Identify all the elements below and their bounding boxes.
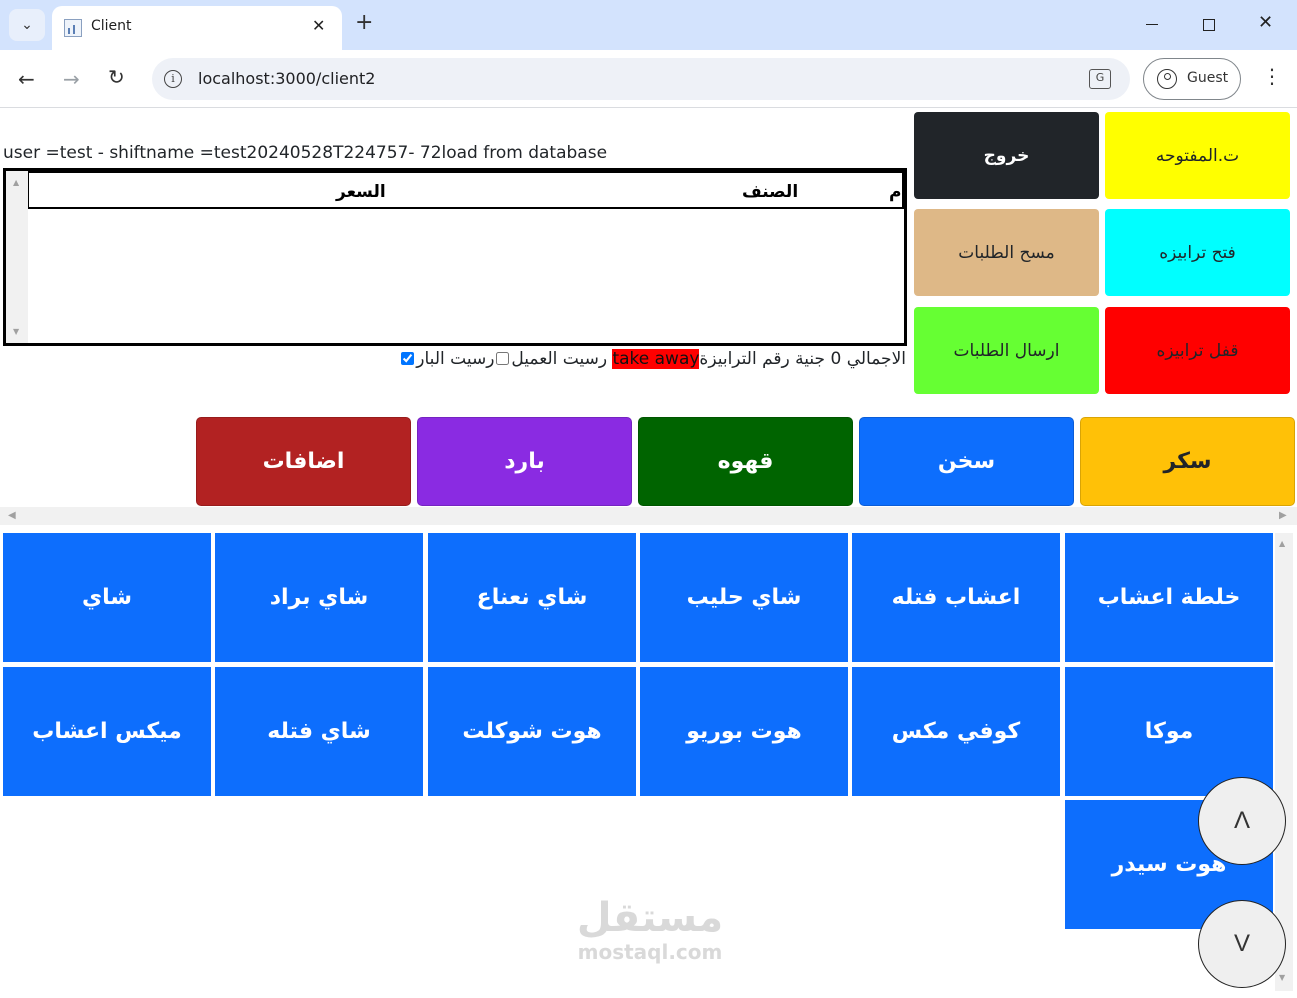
order-table-header: م الصنف السعر	[28, 171, 904, 209]
menu-item-tile[interactable]: هوت بوريو	[640, 667, 848, 796]
close-table-button[interactable]: قفل ترابيزه	[1105, 307, 1290, 394]
profile-avatar-icon	[1157, 69, 1177, 89]
scroll-right-arrow-icon[interactable]: ▶	[1279, 510, 1287, 521]
clear-orders-button[interactable]: مسح الطلبات	[914, 209, 1099, 296]
browser-tab-bar: ⌄ Client ✕ + ✕	[0, 0, 1297, 50]
header-item: الصنف	[742, 182, 799, 202]
category-horizontal-scrollbar[interactable]: ◀ ▶	[0, 507, 1297, 525]
send-orders-button[interactable]: ارسال الطلبات	[914, 307, 1099, 394]
category-button[interactable]: سكر	[1080, 417, 1295, 506]
profile-label: Guest	[1187, 70, 1229, 86]
window-close-icon[interactable]: ✕	[1258, 12, 1273, 33]
total-value: 0	[830, 349, 842, 369]
scroll-up-arrow-icon[interactable]: ▲	[13, 178, 19, 187]
category-button[interactable]: بارد	[417, 417, 632, 506]
site-info-icon[interactable]: i	[164, 70, 182, 88]
tab-close-icon[interactable]: ✕	[312, 16, 325, 35]
order-totals-line: الاجمالي 0 جنية رقم الترابيزةtake away ر…	[340, 349, 906, 369]
scroll-down-button[interactable]: V	[1198, 900, 1286, 988]
scroll-down-arrow-icon[interactable]: ▼	[1279, 973, 1285, 982]
scroll-down-arrow-icon[interactable]: ▼	[13, 327, 19, 336]
browser-menu-icon[interactable]: ⋮	[1262, 64, 1282, 88]
menu-item-tile[interactable]: شاي براد	[215, 533, 423, 662]
customer-receipt-label: رسيت العميل	[511, 349, 608, 369]
session-status-text: user =test - shiftname =test20240528T224…	[3, 143, 608, 163]
menu-item-tile[interactable]: ميكس اعشاب	[3, 667, 211, 796]
table-number-label: رقم الترابيزة	[699, 349, 790, 369]
menu-item-tile[interactable]: شاي حليب	[640, 533, 848, 662]
order-table-scrollbar[interactable]: ▲ ▼	[6, 171, 28, 343]
scroll-up-arrow-icon[interactable]: ▲	[1279, 539, 1285, 548]
reload-icon[interactable]: ↻	[108, 65, 125, 89]
new-tab-plus-icon[interactable]: +	[355, 11, 373, 35]
address-url[interactable]: localhost:3000/client2	[198, 69, 375, 88]
address-bar[interactable]: i localhost:3000/client2 G	[152, 58, 1130, 100]
menu-item-tile[interactable]: هوت شوكلت	[428, 667, 636, 796]
customer-receipt-checkbox[interactable]	[496, 352, 510, 365]
menu-item-tile[interactable]: كوفي مكس	[852, 667, 1060, 796]
category-button[interactable]: اضافات	[196, 417, 411, 506]
currency-label: جنية	[795, 349, 826, 369]
back-arrow-icon[interactable]: ←	[18, 67, 35, 91]
menu-item-tile[interactable]: اعشاب فتله	[852, 533, 1060, 662]
mostaql-watermark-logo: مستقل mostaql.com	[565, 896, 735, 964]
tab-title: Client	[91, 18, 132, 34]
header-index: م	[889, 182, 902, 202]
open-tables-button[interactable]: ت.المفتوحه	[1105, 112, 1290, 199]
scroll-up-button[interactable]: Λ	[1198, 777, 1286, 865]
bar-receipt-checkbox[interactable]	[401, 352, 415, 365]
watermark-latin-text: mostaql.com	[577, 940, 723, 964]
category-button[interactable]: سخن	[859, 417, 1074, 506]
order-table: ▲ ▼ م الصنف السعر	[3, 168, 907, 346]
takeaway-badge[interactable]: take away	[612, 349, 700, 369]
forward-arrow-icon[interactable]: →	[63, 67, 80, 91]
exit-button[interactable]: خروج	[914, 112, 1099, 199]
window-maximize-icon[interactable]	[1203, 19, 1215, 31]
pos-client-app: user =test - shiftname =test20240528T224…	[0, 109, 1297, 998]
scroll-left-arrow-icon[interactable]: ◀	[8, 510, 16, 521]
translate-icon[interactable]: G	[1089, 69, 1111, 89]
profile-button[interactable]: Guest	[1143, 58, 1241, 100]
bar-receipt-label: رسيت البار	[416, 349, 495, 369]
menu-item-tile[interactable]: خلطة اعشاب	[1065, 533, 1273, 662]
open-table-button[interactable]: فتح ترابيزه	[1105, 209, 1290, 296]
category-button[interactable]: قهوه	[638, 417, 853, 506]
menu-item-tile[interactable]: شاي نعناع	[428, 533, 636, 662]
category-strip: سكر سخن قهوه بارد اضافات ◀ ▶	[0, 407, 1297, 527]
watermark-arabic-text: مستقل	[576, 895, 724, 941]
total-label: الاجمالي	[846, 349, 906, 369]
browser-tab[interactable]: Client ✕	[52, 6, 342, 50]
menu-item-tile[interactable]: شاي	[3, 533, 211, 662]
window-minimize-icon[interactable]	[1146, 24, 1158, 25]
page-favicon-icon	[64, 19, 82, 37]
browser-toolbar: ← → ↻ i localhost:3000/client2 G Guest ⋮	[0, 50, 1297, 108]
tab-search-chevron-icon[interactable]: ⌄	[9, 9, 45, 41]
header-price: السعر	[336, 182, 386, 202]
menu-item-tile[interactable]: شاي فتله	[215, 667, 423, 796]
